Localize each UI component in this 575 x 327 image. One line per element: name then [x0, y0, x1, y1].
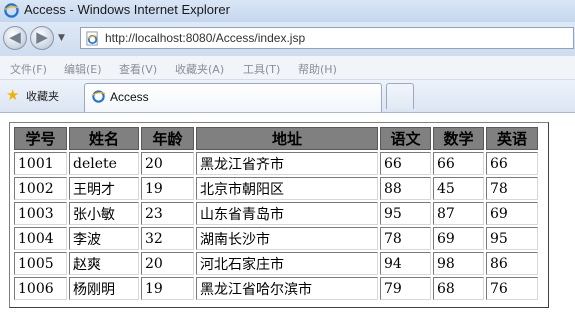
cell-age: 20	[141, 252, 194, 275]
tab-label: Access	[110, 90, 149, 104]
cell-address: 湖南长沙市	[196, 227, 378, 250]
cell-math: 66	[433, 152, 484, 175]
cell-math: 68	[433, 277, 484, 300]
cell-english: 95	[486, 227, 538, 250]
student-table-frame: 学号 姓名 年龄 地址 语文 数学 英语 1001 delete 20 黑龙江省…	[9, 122, 549, 308]
back-button[interactable]: ◀	[3, 26, 27, 50]
ie-page-icon	[91, 90, 106, 103]
header-name: 姓名	[69, 127, 139, 150]
cell-id: 1002	[14, 177, 67, 200]
cell-address: 山东省青岛市	[196, 202, 378, 225]
star-icon: ★	[6, 86, 20, 104]
cell-id: 1004	[14, 227, 67, 250]
cell-chinese: 88	[380, 177, 431, 200]
menu-tools[interactable]: 工具(T)	[243, 61, 280, 77]
cell-chinese: 66	[380, 152, 431, 175]
cell-name: delete	[69, 152, 139, 175]
menu-favorites[interactable]: 收藏夹(A)	[175, 61, 224, 77]
table-row: 1002 王明才 19 北京市朝阳区 88 45 78	[14, 177, 538, 200]
cell-id: 1003	[14, 202, 67, 225]
menu-help[interactable]: 帮助(H)	[298, 61, 337, 77]
address-url[interactable]: http://localhost:8080/Access/index.jsp	[105, 31, 305, 45]
favorites-label: 收藏夹	[26, 90, 59, 103]
cell-english: 69	[486, 202, 538, 225]
cell-math: 87	[433, 202, 484, 225]
student-table: 学号 姓名 年龄 地址 语文 数学 英语 1001 delete 20 黑龙江省…	[12, 125, 540, 302]
cell-id: 1006	[14, 277, 67, 300]
new-tab-button[interactable]	[386, 83, 414, 109]
menu-edit[interactable]: 编辑(E)	[64, 61, 102, 77]
header-id: 学号	[14, 127, 67, 150]
title-bar: Access - Windows Internet Explorer	[0, 0, 575, 22]
header-english: 英语	[486, 127, 538, 150]
cell-id: 1001	[14, 152, 67, 175]
cell-address: 黑龙江省哈尔滨市	[196, 277, 378, 300]
menu-view[interactable]: 查看(V)	[119, 61, 157, 77]
cell-name: 王明才	[69, 177, 139, 200]
cell-age: 32	[141, 227, 194, 250]
header-age: 年龄	[141, 127, 194, 150]
cell-address: 北京市朝阳区	[196, 177, 378, 200]
menu-file[interactable]: 文件(F)	[10, 61, 47, 77]
tab-bar: ★ 收藏夹 Access	[0, 80, 575, 113]
cell-id: 1005	[14, 252, 67, 275]
ie-icon	[4, 3, 19, 18]
cell-age: 20	[141, 152, 194, 175]
cell-address: 黑龙江省齐市	[196, 152, 378, 175]
cell-chinese: 78	[380, 227, 431, 250]
table-row: 1006 杨刚明 19 黑龙江省哈尔滨市 79 68 76	[14, 277, 538, 300]
cell-english: 78	[486, 177, 538, 200]
header-chinese: 语文	[380, 127, 431, 150]
cell-age: 19	[141, 277, 194, 300]
cell-math: 98	[433, 252, 484, 275]
cell-chinese: 79	[380, 277, 431, 300]
cell-english: 86	[486, 252, 538, 275]
navigation-bar: ◀ ▶ ▼ http://localhost:8080/Access/index…	[0, 22, 575, 56]
header-address: 地址	[196, 127, 378, 150]
page-content: 学号 姓名 年龄 地址 语文 数学 英语 1001 delete 20 黑龙江省…	[0, 113, 575, 327]
cell-chinese: 94	[380, 252, 431, 275]
tab-access[interactable]: Access	[84, 83, 382, 112]
ie-page-icon	[86, 31, 98, 46]
address-bar[interactable]: http://localhost:8080/Access/index.jsp	[80, 27, 574, 49]
cell-math: 45	[433, 177, 484, 200]
cell-name: 李波	[69, 227, 139, 250]
cell-english: 66	[486, 152, 538, 175]
forward-button[interactable]: ▶	[30, 26, 54, 50]
table-row: 1005 赵爽 20 河北石家庄市 94 98 86	[14, 252, 538, 275]
menu-bar: 文件(F) 编辑(E) 查看(V) 收藏夹(A) 工具(T) 帮助(H)	[0, 56, 575, 80]
table-row: 1004 李波 32 湖南长沙市 78 69 95	[14, 227, 538, 250]
cell-age: 19	[141, 177, 194, 200]
cell-age: 23	[141, 202, 194, 225]
cell-chinese: 95	[380, 202, 431, 225]
table-row: 1001 delete 20 黑龙江省齐市 66 66 66	[14, 152, 538, 175]
cell-name: 杨刚明	[69, 277, 139, 300]
arrow-left-icon: ◀	[9, 28, 21, 46]
cell-name: 赵爽	[69, 252, 139, 275]
cell-address: 河北石家庄市	[196, 252, 378, 275]
recent-pages-dropdown-icon[interactable]: ▼	[58, 33, 65, 43]
arrow-right-icon: ▶	[36, 28, 48, 46]
header-math: 数学	[433, 127, 484, 150]
cell-math: 69	[433, 227, 484, 250]
cell-english: 76	[486, 277, 538, 300]
window-title: Access - Windows Internet Explorer	[24, 2, 230, 17]
table-row: 1003 张小敏 23 山东省青岛市 95 87 69	[14, 202, 538, 225]
cell-name: 张小敏	[69, 202, 139, 225]
table-header-row: 学号 姓名 年龄 地址 语文 数学 英语	[14, 127, 538, 150]
